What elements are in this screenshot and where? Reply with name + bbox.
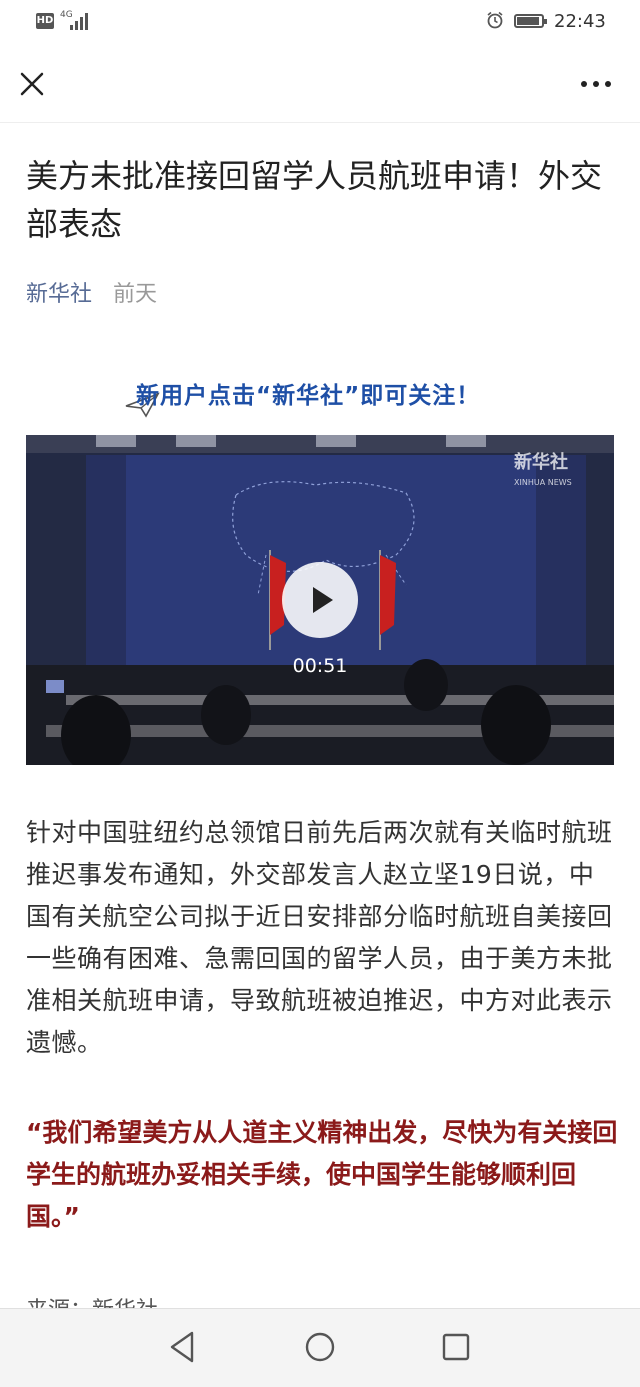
article-title: 美方未批准接回留学人员航班申请！外交部表态 bbox=[26, 157, 603, 243]
close-button[interactable] bbox=[14, 66, 50, 102]
alarm-icon bbox=[487, 11, 503, 29]
article-quote: “我们希望美方从人道主义精神出发，尽快为有关接回学生的航班办妥相关手续，使中国学… bbox=[26, 1118, 618, 1231]
banner-text: 新用户点击“新华社”即可关注！ bbox=[136, 383, 481, 409]
more-button[interactable] bbox=[572, 66, 620, 102]
home-nav-button[interactable] bbox=[298, 1325, 342, 1369]
more-icon bbox=[581, 81, 611, 87]
play-icon bbox=[313, 587, 333, 613]
video-duration: 00:51 bbox=[292, 655, 348, 677]
article-paragraph: 针对中国驻纽约总领馆日前先后两次就有关临时航班推迟事发布通知，外交部发言人赵立坚… bbox=[26, 818, 613, 1057]
signal-icon bbox=[70, 12, 92, 30]
battery-icon bbox=[514, 14, 547, 28]
clock: 22:43 bbox=[554, 11, 606, 32]
back-nav-button[interactable] bbox=[160, 1325, 204, 1369]
back-icon bbox=[170, 1331, 194, 1363]
recents-nav-button[interactable] bbox=[434, 1325, 478, 1369]
system-nav-bar bbox=[0, 1308, 640, 1387]
play-button[interactable] bbox=[282, 562, 358, 638]
hd-indicator: HD bbox=[36, 13, 54, 29]
article-meta: 新华社 前天 bbox=[26, 276, 157, 308]
status-bar: HD 4G 22:43 bbox=[0, 0, 640, 44]
home-icon bbox=[305, 1332, 335, 1362]
author-link[interactable]: 新华社 bbox=[26, 282, 92, 307]
recents-icon bbox=[442, 1333, 470, 1361]
follow-banner[interactable]: 新用户点击“新华社”即可关注！ bbox=[0, 362, 640, 422]
top-bar bbox=[0, 44, 640, 123]
video-player[interactable]: 新华社 XINHUA NEWS 00:51 bbox=[26, 435, 614, 765]
publish-date: 前天 bbox=[113, 282, 158, 307]
close-icon bbox=[20, 72, 44, 96]
video-watermark: 新华社 XINHUA NEWS bbox=[514, 452, 572, 488]
